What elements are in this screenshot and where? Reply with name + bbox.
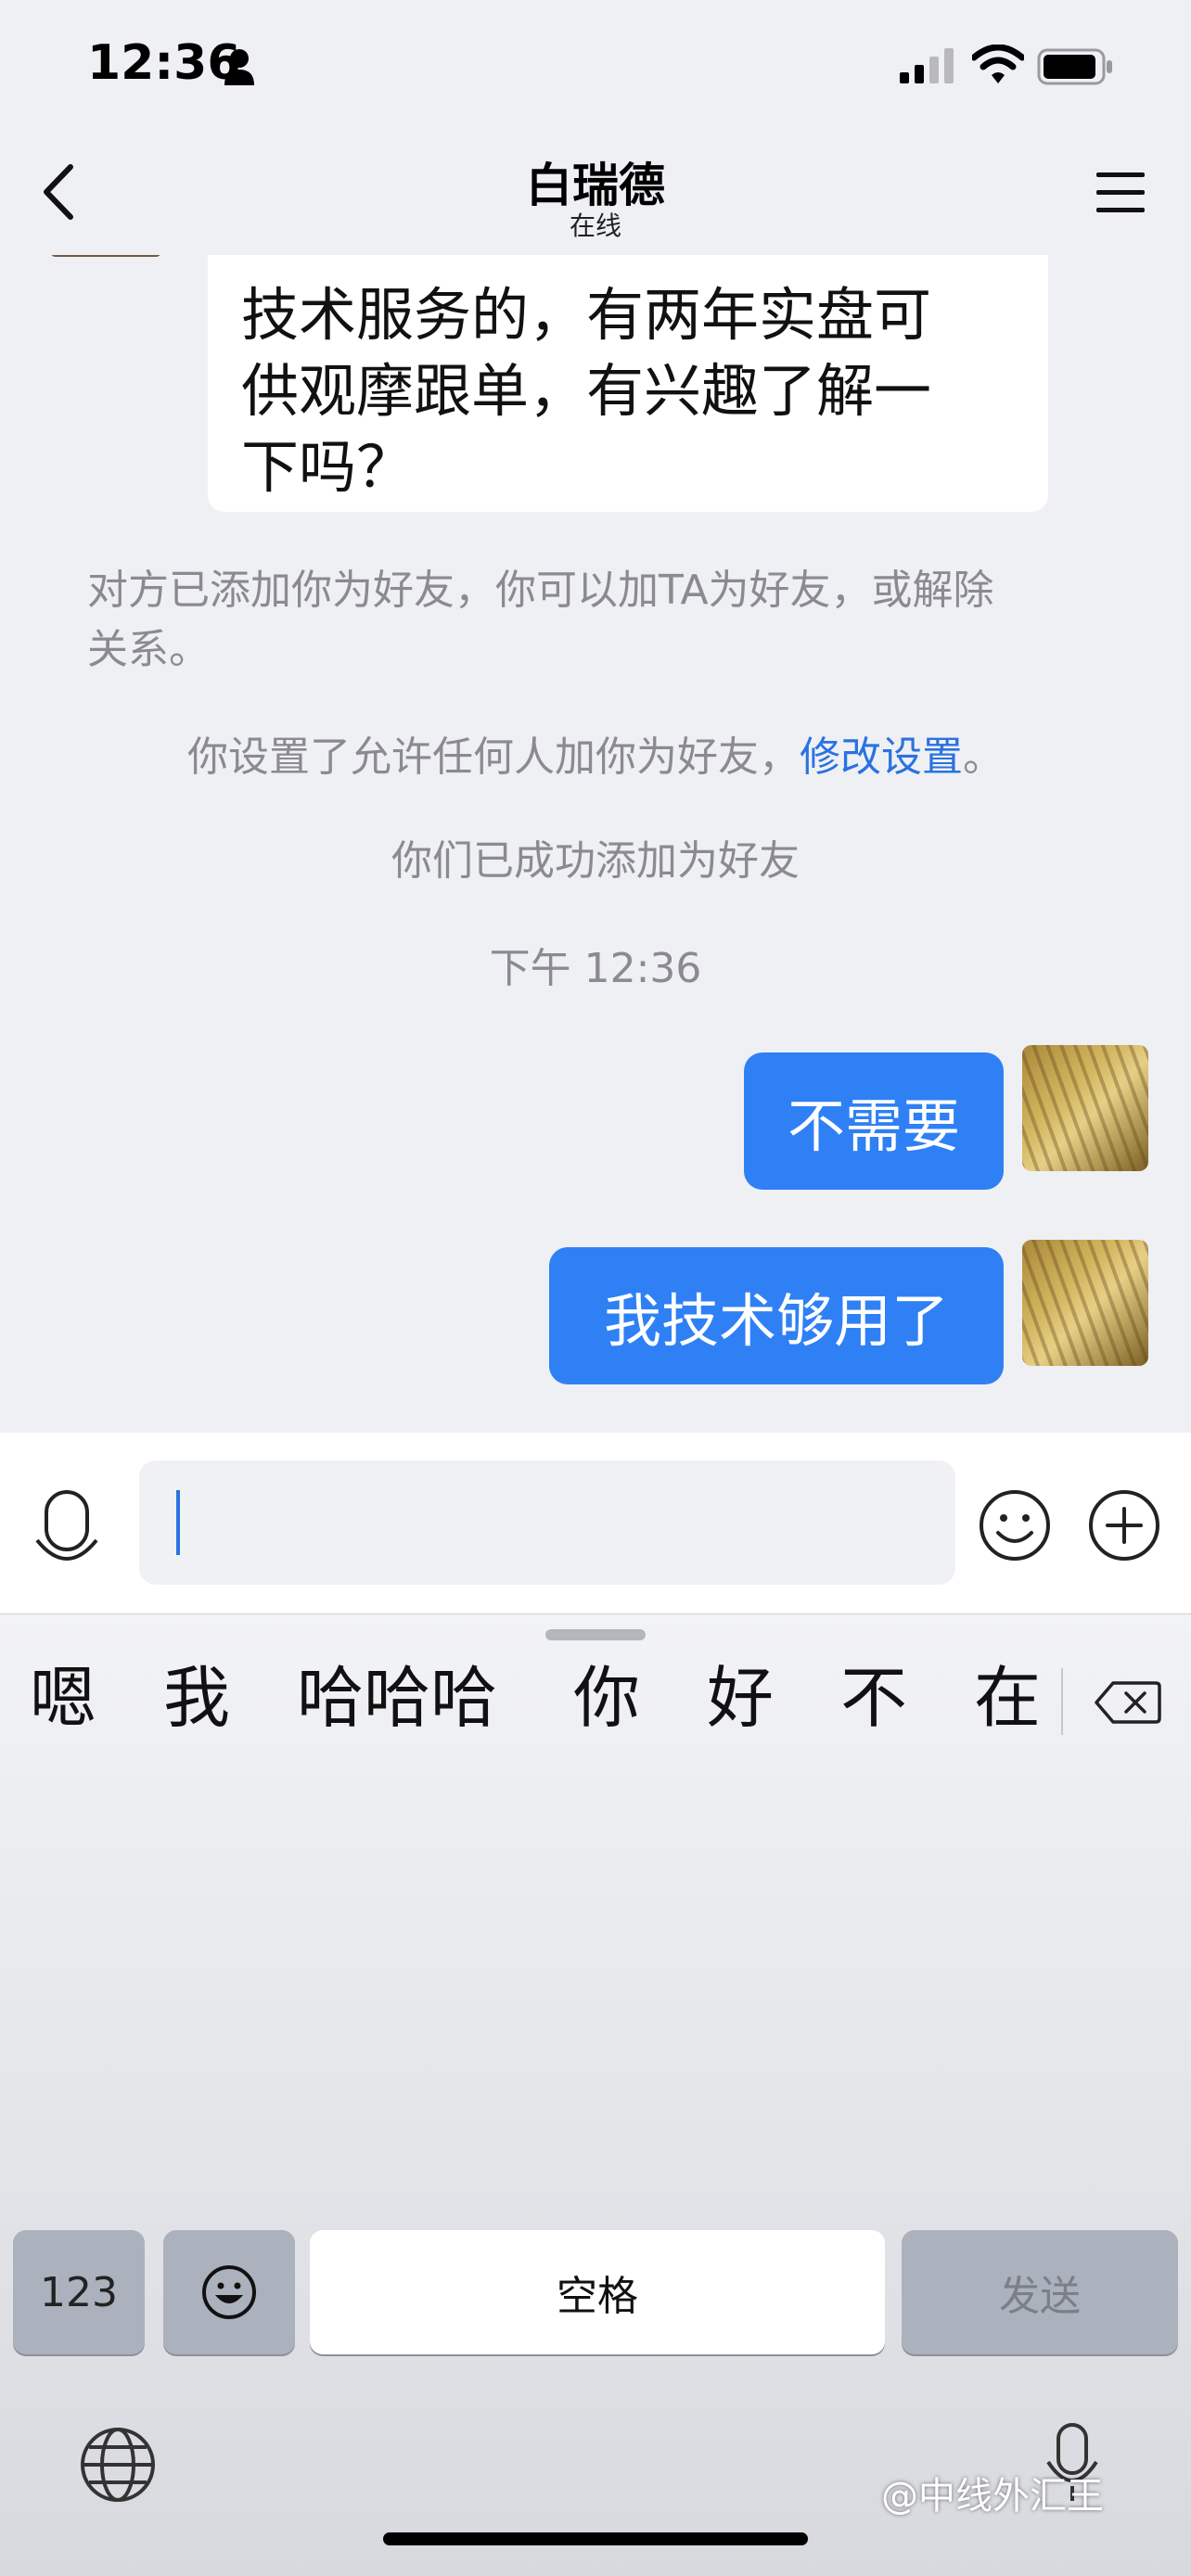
system-notice-friend-added: 对方已添加你为好友，你可以加TA为好友，或解除 关系。	[87, 561, 1126, 680]
message-text: 不需要	[787, 1092, 960, 1160]
home-indicator[interactable]	[383, 2532, 808, 2545]
notice-line: 关系。	[87, 626, 210, 673]
modify-settings-link[interactable]: 修改设置	[800, 733, 963, 781]
person-icon	[224, 49, 254, 85]
candidate-word[interactable]: 在	[974, 1651, 1041, 1744]
incoming-message-bubble[interactable]: 技术服务的，有两年实盘可 供观摩跟单，有兴趣了解一 下吗？	[208, 255, 1048, 512]
notice-line: 对方已添加你为好友，你可以加TA为好友，或解除	[87, 567, 994, 614]
backspace-icon[interactable]	[1095, 1679, 1161, 1726]
outgoing-message-bubble[interactable]: 不需要	[744, 1052, 1004, 1190]
system-notice-settings: 你设置了允许任何人加你为好友，修改设置。	[0, 728, 1191, 787]
candidate-separator	[1061, 1668, 1063, 1735]
plus-icon[interactable]	[1087, 1488, 1161, 1562]
emoji-icon[interactable]	[978, 1488, 1052, 1562]
notice-text: 你设置了允许任何人加你为好友，	[187, 733, 800, 781]
space-key[interactable]: 空格	[310, 2230, 885, 2354]
voice-input-icon[interactable]	[33, 1488, 100, 1568]
online-status: 在线	[569, 210, 621, 241]
my-avatar[interactable]	[1022, 1045, 1148, 1171]
keyboard-handle[interactable]	[545, 1629, 646, 1640]
chat-area[interactable]: 技术服务的，有两年实盘可 供观摩跟单，有兴趣了解一 下吗？ 对方已添加你为好友，…	[0, 255, 1191, 1433]
candidate-word[interactable]: 嗯	[30, 1651, 96, 1744]
menu-icon[interactable]	[1095, 167, 1146, 219]
my-avatar[interactable]	[1022, 1240, 1148, 1366]
watermark: @中线外汇王	[881, 2475, 1104, 2518]
numbers-key[interactable]: 123	[13, 2230, 145, 2354]
status-time: 12:36	[87, 35, 241, 91]
text-cursor	[176, 1490, 180, 1555]
notice-suffix: 。	[963, 733, 1004, 781]
contact-avatar[interactable]	[50, 255, 161, 257]
candidate-word[interactable]: 哈哈哈	[297, 1651, 497, 1744]
send-key[interactable]: 发送	[902, 2230, 1178, 2354]
message-input[interactable]	[139, 1460, 955, 1585]
candidate-word[interactable]: 不	[840, 1651, 907, 1744]
candidate-word[interactable]: 好	[707, 1651, 774, 1744]
status-bar: 12:36	[0, 0, 1191, 139]
outgoing-message-bubble[interactable]: 我技术够用了	[549, 1247, 1004, 1384]
nav-bar: 白瑞德 在线	[0, 139, 1191, 255]
message-line: 下吗？	[241, 433, 415, 501]
candidate-word[interactable]: 我	[163, 1651, 230, 1744]
keyboard: 嗯 我 哈哈哈 你 好 不 在 123 空格 发送 @中线外汇王	[0, 1613, 1191, 2576]
message-line: 供观摩跟单，有兴趣了解一	[241, 357, 932, 425]
system-notice-added: 你们已成功添加为好友	[391, 837, 800, 885]
battery-icon	[1037, 48, 1112, 85]
wifi-icon	[972, 45, 1024, 83]
message-text: 我技术够用了	[603, 1287, 949, 1355]
emoji-key-icon	[202, 2265, 256, 2319]
emoji-key[interactable]	[163, 2230, 295, 2354]
candidate-word[interactable]: 你	[573, 1651, 640, 1744]
globe-icon[interactable]	[78, 2425, 158, 2505]
input-bar	[0, 1433, 1191, 1613]
signal-icon	[900, 48, 954, 83]
message-line: 技术服务的，有两年实盘可	[241, 281, 932, 349]
message-timestamp: 下午 12:36	[489, 945, 702, 992]
